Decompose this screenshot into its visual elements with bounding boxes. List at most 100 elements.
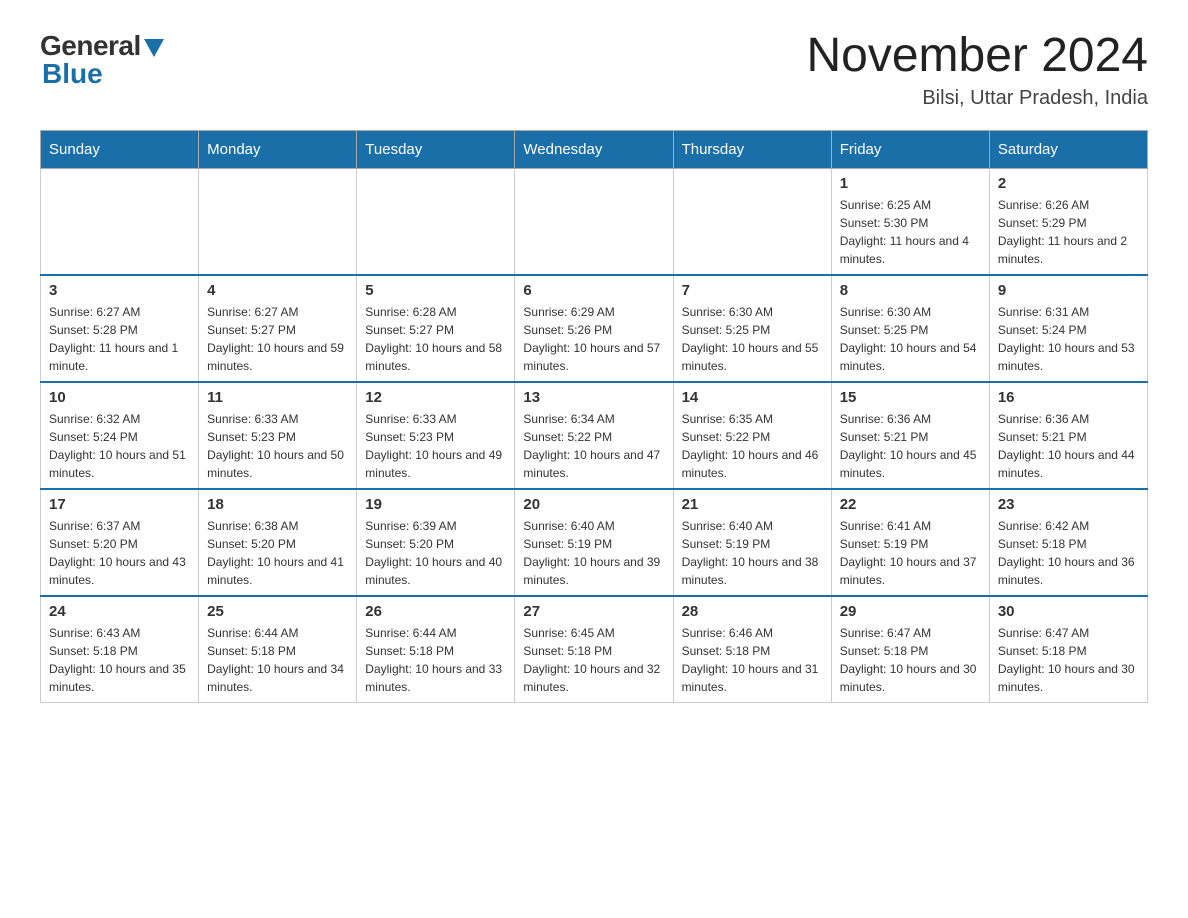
day-number: 1 [840, 175, 981, 192]
day-number: 27 [523, 603, 664, 620]
day-sun-info: Sunrise: 6:26 AMSunset: 5:29 PMDaylight:… [998, 196, 1139, 268]
day-sun-info: Sunrise: 6:44 AMSunset: 5:18 PMDaylight:… [207, 624, 348, 696]
day-number: 23 [998, 496, 1139, 513]
day-number: 17 [49, 496, 190, 513]
day-sun-info: Sunrise: 6:36 AMSunset: 5:21 PMDaylight:… [840, 410, 981, 482]
calendar-cell: 27 Sunrise: 6:45 AMSunset: 5:18 PMDayligh… [515, 596, 673, 703]
day-of-week-header: Tuesday [357, 130, 515, 168]
calendar-cell [515, 168, 673, 275]
day-of-week-header: Sunday [41, 130, 199, 168]
calendar-header-row: SundayMondayTuesdayWednesdayThursdayFrid… [41, 130, 1148, 168]
calendar-week-row: 3 Sunrise: 6:27 AMSunset: 5:28 PMDaylight… [41, 275, 1148, 382]
calendar-cell: 18 Sunrise: 6:38 AMSunset: 5:20 PMDayligh… [199, 489, 357, 596]
calendar-cell: 16 Sunrise: 6:36 AMSunset: 5:21 PMDayligh… [989, 382, 1147, 489]
day-sun-info: Sunrise: 6:25 AMSunset: 5:30 PMDaylight:… [840, 196, 981, 268]
calendar-week-row: 24 Sunrise: 6:43 AMSunset: 5:18 PMDayligh… [41, 596, 1148, 703]
calendar-cell: 21 Sunrise: 6:40 AMSunset: 5:19 PMDayligh… [673, 489, 831, 596]
calendar-cell [673, 168, 831, 275]
day-sun-info: Sunrise: 6:28 AMSunset: 5:27 PMDaylight:… [365, 303, 506, 375]
calendar-cell: 19 Sunrise: 6:39 AMSunset: 5:20 PMDayligh… [357, 489, 515, 596]
day-sun-info: Sunrise: 6:40 AMSunset: 5:19 PMDaylight:… [523, 517, 664, 589]
day-sun-info: Sunrise: 6:29 AMSunset: 5:26 PMDaylight:… [523, 303, 664, 375]
day-sun-info: Sunrise: 6:38 AMSunset: 5:20 PMDaylight:… [207, 517, 348, 589]
day-sun-info: Sunrise: 6:41 AMSunset: 5:19 PMDaylight:… [840, 517, 981, 589]
day-sun-info: Sunrise: 6:43 AMSunset: 5:18 PMDaylight:… [49, 624, 190, 696]
location-subtitle: Bilsi, Uttar Pradesh, India [806, 87, 1148, 110]
calendar-cell: 4 Sunrise: 6:27 AMSunset: 5:27 PMDaylight… [199, 275, 357, 382]
calendar-table: SundayMondayTuesdayWednesdayThursdayFrid… [40, 130, 1148, 703]
day-sun-info: Sunrise: 6:30 AMSunset: 5:25 PMDaylight:… [840, 303, 981, 375]
calendar-cell: 25 Sunrise: 6:44 AMSunset: 5:18 PMDayligh… [199, 596, 357, 703]
calendar-cell: 11 Sunrise: 6:33 AMSunset: 5:23 PMDayligh… [199, 382, 357, 489]
day-number: 21 [682, 496, 823, 513]
day-number: 25 [207, 603, 348, 620]
day-sun-info: Sunrise: 6:34 AMSunset: 5:22 PMDaylight:… [523, 410, 664, 482]
title-section: November 2024 Bilsi, Uttar Pradesh, Indi… [806, 30, 1148, 110]
day-number: 18 [207, 496, 348, 513]
day-number: 3 [49, 282, 190, 299]
day-sun-info: Sunrise: 6:39 AMSunset: 5:20 PMDaylight:… [365, 517, 506, 589]
logo-blue-text: Blue [40, 58, 103, 90]
calendar-cell: 3 Sunrise: 6:27 AMSunset: 5:28 PMDaylight… [41, 275, 199, 382]
day-number: 14 [682, 389, 823, 406]
day-number: 22 [840, 496, 981, 513]
day-number: 16 [998, 389, 1139, 406]
calendar-cell [357, 168, 515, 275]
calendar-cell: 2 Sunrise: 6:26 AMSunset: 5:29 PMDaylight… [989, 168, 1147, 275]
day-number: 13 [523, 389, 664, 406]
calendar-cell: 22 Sunrise: 6:41 AMSunset: 5:19 PMDayligh… [831, 489, 989, 596]
day-sun-info: Sunrise: 6:42 AMSunset: 5:18 PMDaylight:… [998, 517, 1139, 589]
month-year-title: November 2024 [806, 30, 1148, 83]
day-sun-info: Sunrise: 6:33 AMSunset: 5:23 PMDaylight:… [207, 410, 348, 482]
day-of-week-header: Wednesday [515, 130, 673, 168]
day-number: 24 [49, 603, 190, 620]
day-number: 2 [998, 175, 1139, 192]
day-sun-info: Sunrise: 6:46 AMSunset: 5:18 PMDaylight:… [682, 624, 823, 696]
day-sun-info: Sunrise: 6:47 AMSunset: 5:18 PMDaylight:… [840, 624, 981, 696]
day-of-week-header: Friday [831, 130, 989, 168]
day-sun-info: Sunrise: 6:27 AMSunset: 5:28 PMDaylight:… [49, 303, 190, 375]
day-number: 28 [682, 603, 823, 620]
day-sun-info: Sunrise: 6:33 AMSunset: 5:23 PMDaylight:… [365, 410, 506, 482]
calendar-week-row: 17 Sunrise: 6:37 AMSunset: 5:20 PMDayligh… [41, 489, 1148, 596]
day-sun-info: Sunrise: 6:27 AMSunset: 5:27 PMDaylight:… [207, 303, 348, 375]
calendar-week-row: 1 Sunrise: 6:25 AMSunset: 5:30 PMDaylight… [41, 168, 1148, 275]
day-sun-info: Sunrise: 6:35 AMSunset: 5:22 PMDaylight:… [682, 410, 823, 482]
day-sun-info: Sunrise: 6:37 AMSunset: 5:20 PMDaylight:… [49, 517, 190, 589]
calendar-cell: 13 Sunrise: 6:34 AMSunset: 5:22 PMDayligh… [515, 382, 673, 489]
day-number: 26 [365, 603, 506, 620]
calendar-cell: 24 Sunrise: 6:43 AMSunset: 5:18 PMDayligh… [41, 596, 199, 703]
logo: General Blue [40, 30, 164, 90]
day-number: 11 [207, 389, 348, 406]
day-number: 29 [840, 603, 981, 620]
logo-triangle-icon [144, 39, 164, 57]
day-number: 4 [207, 282, 348, 299]
day-sun-info: Sunrise: 6:36 AMSunset: 5:21 PMDaylight:… [998, 410, 1139, 482]
calendar-cell: 9 Sunrise: 6:31 AMSunset: 5:24 PMDaylight… [989, 275, 1147, 382]
day-number: 9 [998, 282, 1139, 299]
calendar-cell: 1 Sunrise: 6:25 AMSunset: 5:30 PMDaylight… [831, 168, 989, 275]
day-number: 12 [365, 389, 506, 406]
day-number: 5 [365, 282, 506, 299]
day-of-week-header: Saturday [989, 130, 1147, 168]
calendar-cell: 28 Sunrise: 6:46 AMSunset: 5:18 PMDayligh… [673, 596, 831, 703]
day-of-week-header: Thursday [673, 130, 831, 168]
calendar-week-row: 10 Sunrise: 6:32 AMSunset: 5:24 PMDayligh… [41, 382, 1148, 489]
day-number: 19 [365, 496, 506, 513]
calendar-cell: 17 Sunrise: 6:37 AMSunset: 5:20 PMDayligh… [41, 489, 199, 596]
calendar-cell: 6Sunrise: 6:29 AMSunset: 5:26 PMDaylight… [515, 275, 673, 382]
calendar-cell [199, 168, 357, 275]
calendar-cell: 29 Sunrise: 6:47 AMSunset: 5:18 PMDayligh… [831, 596, 989, 703]
day-number: 8 [840, 282, 981, 299]
day-sun-info: Sunrise: 6:30 AMSunset: 5:25 PMDaylight:… [682, 303, 823, 375]
calendar-cell [41, 168, 199, 275]
day-sun-info: Sunrise: 6:47 AMSunset: 5:18 PMDaylight:… [998, 624, 1139, 696]
day-sun-info: Sunrise: 6:32 AMSunset: 5:24 PMDaylight:… [49, 410, 190, 482]
day-number: 20 [523, 496, 664, 513]
day-number: 7 [682, 282, 823, 299]
day-number: 10 [49, 389, 190, 406]
day-sun-info: Sunrise: 6:44 AMSunset: 5:18 PMDaylight:… [365, 624, 506, 696]
day-sun-info: Sunrise: 6:31 AMSunset: 5:24 PMDaylight:… [998, 303, 1139, 375]
day-sun-info: Sunrise: 6:45 AMSunset: 5:18 PMDaylight:… [523, 624, 664, 696]
day-sun-info: Sunrise: 6:40 AMSunset: 5:19 PMDaylight:… [682, 517, 823, 589]
